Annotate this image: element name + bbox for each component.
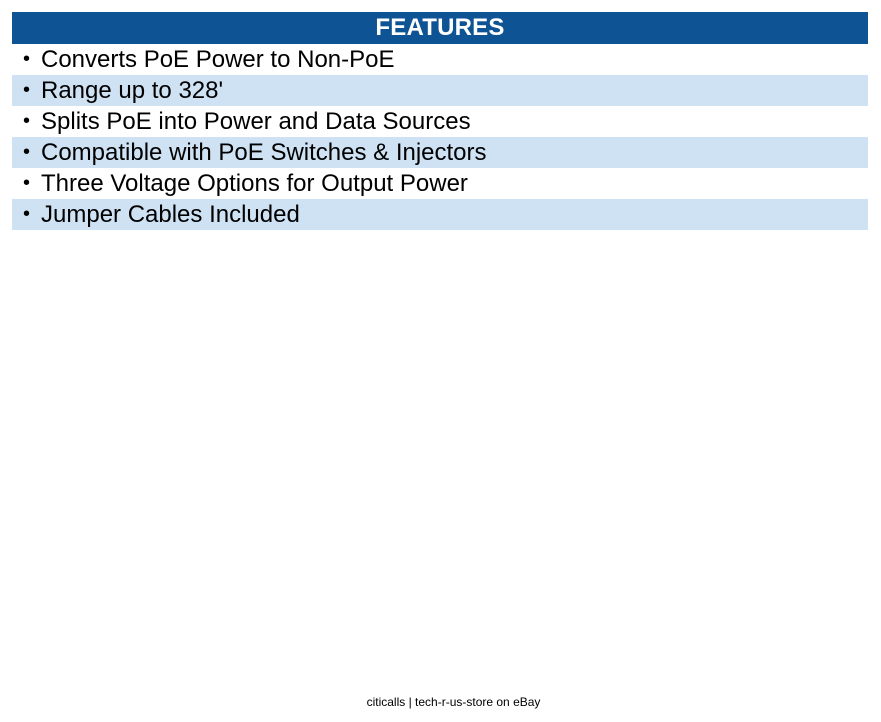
feature-item-label: Jumper Cables Included <box>41 201 300 228</box>
feature-item-label: Three Voltage Options for Output Power <box>41 170 468 197</box>
bullet-icon: • <box>22 141 30 163</box>
feature-item: • Jumper Cables Included <box>12 199 868 230</box>
bullet-icon: • <box>22 48 30 70</box>
feature-item-label: Splits PoE into Power and Data Sources <box>41 108 471 135</box>
footer-credit: citicalls | tech-r-us-store on eBay <box>366 695 541 709</box>
feature-item: • Range up to 328' <box>12 75 868 106</box>
bullet-icon: • <box>22 79 30 101</box>
feature-item: • Three Voltage Options for Output Power <box>12 168 868 199</box>
bullet-icon: • <box>22 110 30 132</box>
bullet-icon: • <box>22 203 30 225</box>
feature-item: • Splits PoE into Power and Data Sources <box>12 106 868 137</box>
feature-item-label: Converts PoE Power to Non-PoE <box>41 46 395 73</box>
feature-item: • Compatible with PoE Switches & Injecto… <box>12 137 868 168</box>
feature-item-label: Compatible with PoE Switches & Injectors <box>41 139 487 166</box>
features-table: FEATURES • Converts PoE Power to Non-PoE… <box>12 12 868 230</box>
bullet-icon: • <box>22 172 30 194</box>
features-heading: FEATURES <box>12 12 868 44</box>
feature-item-label: Range up to 328' <box>41 77 224 104</box>
feature-item: • Converts PoE Power to Non-PoE <box>12 44 868 75</box>
